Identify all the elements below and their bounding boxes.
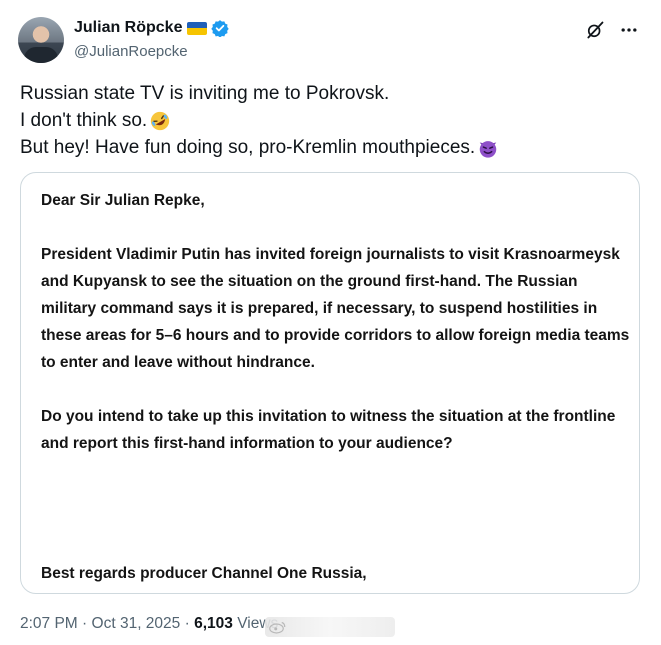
tweet-actions (585, 20, 639, 40)
tweet-line: But hey! Have fun doing so, pro-Kremlin … (20, 137, 476, 158)
meta-separator: · (82, 615, 88, 632)
grok-icon[interactable] (585, 20, 605, 40)
tweet-line-with-emoji: But hey! Have fun doing so, pro-Kremlin … (20, 134, 499, 161)
watermark-overlay (265, 617, 395, 637)
tweet-line: I don't think so. (20, 110, 148, 131)
weibo-watermark-icon (269, 621, 286, 634)
tweet-line: Russian state TV is inviting me to Pokro… (20, 83, 390, 104)
author-handle[interactable]: @JulianRoepcke (74, 43, 188, 60)
letter-greeting: Dear Sir Julian Repke, (41, 192, 205, 209)
attached-letter-image[interactable]: Dear Sir Julian Repke, President Vladimi… (20, 172, 640, 594)
tweet-line-with-emoji: I don't think so. (20, 107, 499, 134)
more-icon[interactable] (619, 20, 639, 40)
author-name[interactable]: Julian Röpcke (74, 19, 182, 37)
avatar[interactable] (18, 17, 64, 63)
author-row: Julian Röpcke (74, 19, 230, 37)
views-count: 6,103 (194, 615, 233, 632)
letter-paragraph: President Vladimir Putin has invited for… (41, 246, 630, 371)
tweet-text: Russian state TV is inviting me to Pokro… (20, 80, 499, 161)
meta-separator: · (184, 615, 190, 632)
letter-closing: Best regards producer Channel One Russia… (41, 565, 367, 582)
tweet-time[interactable]: 2:07 PM (20, 615, 78, 632)
ukraine-flag-icon (187, 21, 208, 35)
letter-body: Dear Sir Julian Repke, President Vladimi… (41, 187, 631, 457)
verified-badge-icon (211, 20, 230, 37)
letter-paragraph: Do you intend to take up this invitation… (41, 408, 616, 452)
tweet-date[interactable]: Oct 31, 2025 (92, 615, 181, 632)
tweet-meta: 2:07 PM · Oct 31, 2025 · 6,103 Views (20, 615, 278, 633)
smiling-face-with-horns-icon (479, 141, 497, 158)
rolling-on-floor-laughing-icon (151, 111, 170, 131)
